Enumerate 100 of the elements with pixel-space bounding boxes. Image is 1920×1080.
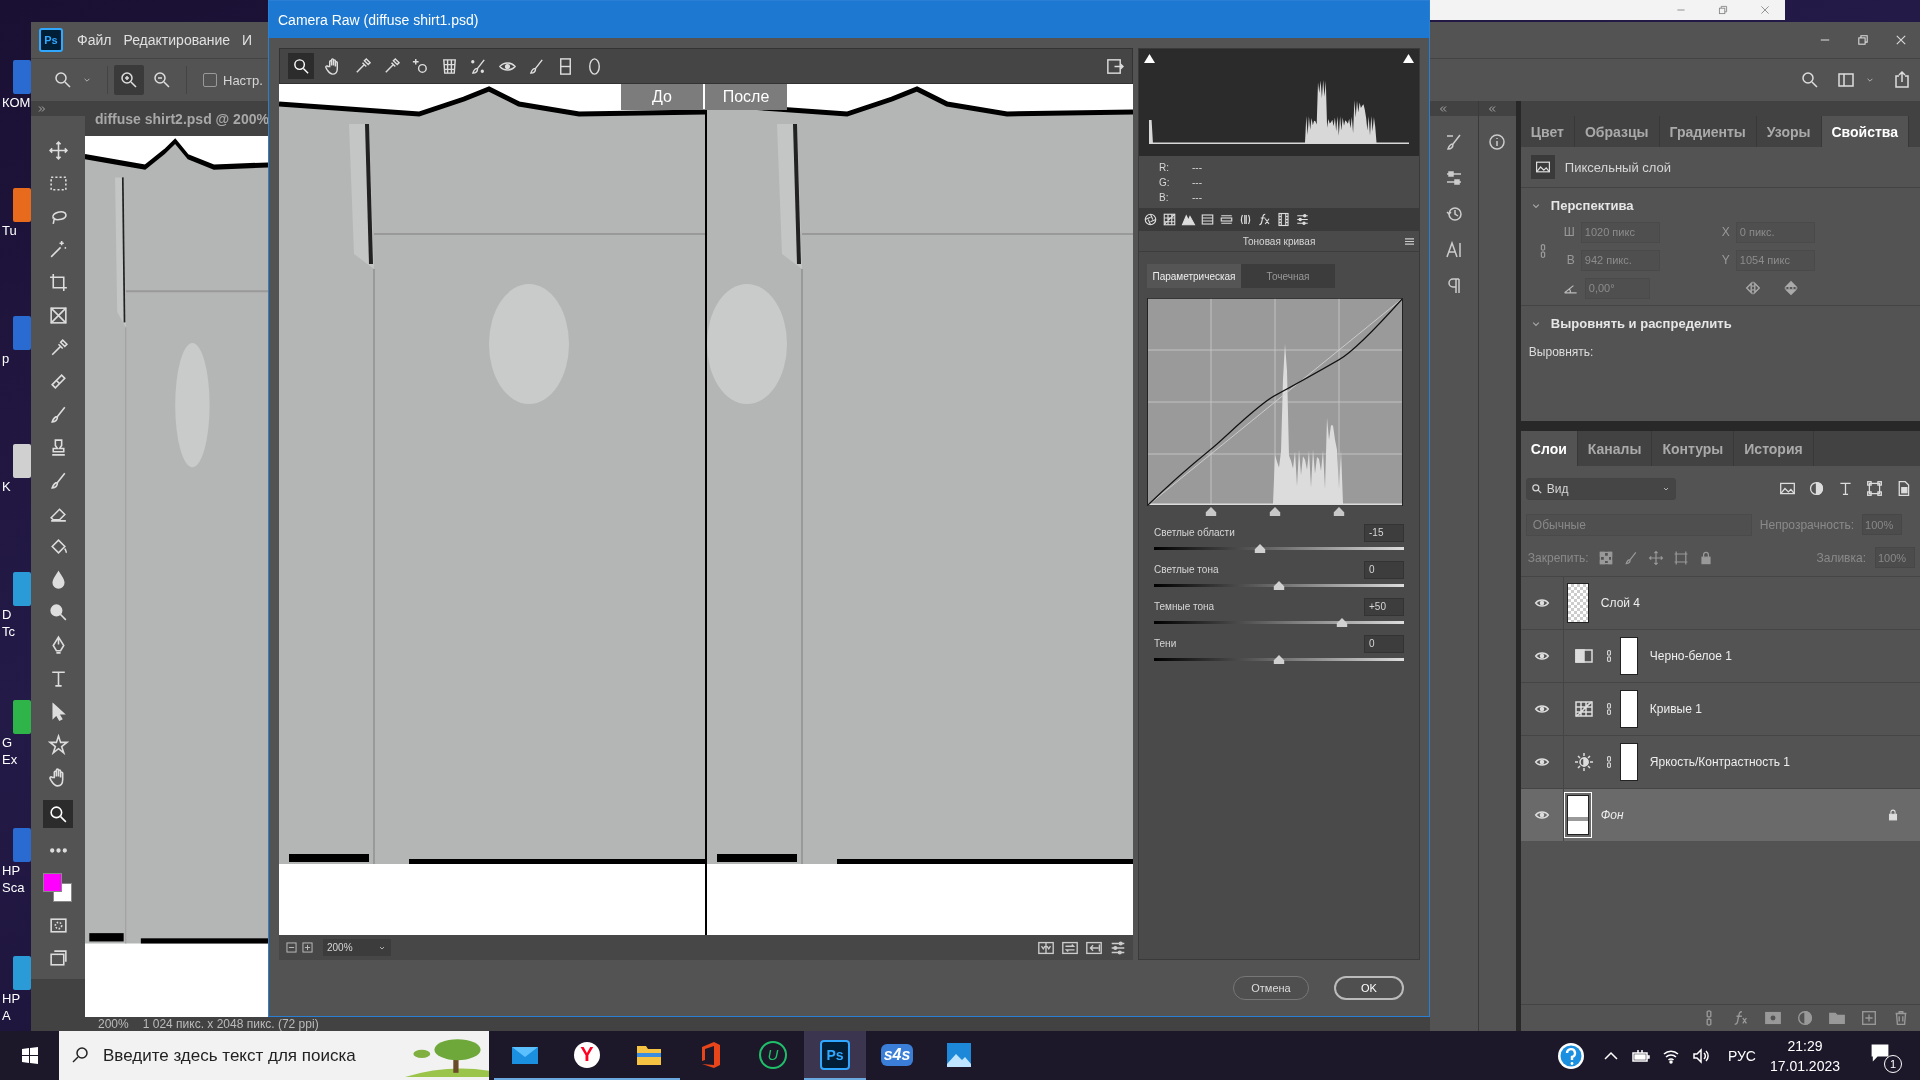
target-icon[interactable] bbox=[411, 56, 430, 76]
desktop-label: G bbox=[1, 734, 13, 751]
channel-value: --- bbox=[1192, 176, 1202, 188]
search-field[interactable]: Введите здесь текст для поиска bbox=[59, 1031, 489, 1080]
slider-label: Светлые тона bbox=[1154, 564, 1219, 575]
layer-row[interactable]: Слой 4 bbox=[1520, 576, 1920, 629]
aperture-icon[interactable] bbox=[1143, 212, 1158, 227]
slider-track[interactable] bbox=[1154, 584, 1404, 587]
curve-grid-icon[interactable] bbox=[1162, 212, 1177, 227]
slider-thumb[interactable] bbox=[1254, 544, 1266, 553]
menu-item[interactable]: Файл bbox=[77, 32, 112, 48]
zoom-out-icon[interactable] bbox=[152, 70, 172, 90]
crop-icon[interactable] bbox=[47, 272, 69, 293]
slider-thumb[interactable] bbox=[1336, 618, 1347, 627]
dialog-button[interactable]: Отмена bbox=[1233, 976, 1309, 1000]
new-layer-icon[interactable] bbox=[1860, 1009, 1878, 1027]
taskbar-app-button[interactable]: s4s bbox=[866, 1031, 928, 1080]
layer-row[interactable]: Фон bbox=[1520, 788, 1920, 841]
dialog-button[interactable]: OK bbox=[1334, 976, 1404, 1000]
plus-box-icon[interactable] bbox=[301, 941, 314, 954]
taskbar-app-button[interactable]: Y bbox=[556, 1031, 618, 1080]
panel-tab[interactable]: Слои bbox=[1520, 431, 1578, 466]
help-icon[interactable] bbox=[1555, 1040, 1586, 1071]
language-indicator[interactable]: РУС bbox=[1727, 1047, 1756, 1064]
color-swatches[interactable] bbox=[43, 873, 73, 903]
screen-mode-icon[interactable] bbox=[47, 948, 69, 969]
lollipop-icon[interactable] bbox=[47, 602, 69, 623]
menu-item[interactable]: И bbox=[242, 32, 253, 48]
value-field[interactable]: 0 bbox=[1364, 634, 1404, 653]
menu-icon[interactable] bbox=[1404, 236, 1415, 246]
fx-script-icon[interactable] bbox=[1732, 1009, 1750, 1027]
bars-icon[interactable] bbox=[1200, 212, 1215, 227]
layer-row[interactable]: Черно-белое 1 bbox=[1520, 629, 1920, 682]
share-icon[interactable] bbox=[1892, 70, 1912, 90]
frame-icon[interactable] bbox=[47, 305, 69, 326]
move-icon[interactable] bbox=[47, 140, 69, 161]
search-icon[interactable] bbox=[1800, 70, 1820, 90]
mask-icon[interactable] bbox=[1764, 1009, 1782, 1027]
minus-box-icon[interactable] bbox=[285, 941, 298, 954]
character-icon[interactable] bbox=[1443, 240, 1464, 260]
slider-thumb[interactable] bbox=[1273, 655, 1285, 664]
zoom-icon[interactable] bbox=[53, 70, 73, 90]
mask-thumbnail bbox=[1619, 743, 1638, 781]
clock-time[interactable]: 21:29 bbox=[1787, 1035, 1823, 1056]
filter-dropdown[interactable]: Вид bbox=[1525, 477, 1676, 500]
fx-icon[interactable] bbox=[1257, 212, 1272, 227]
restore-icon[interactable] bbox=[1856, 33, 1870, 47]
clipping-warning-icon[interactable] bbox=[1143, 53, 1156, 64]
slider-track[interactable] bbox=[1154, 621, 1404, 624]
mountains-icon[interactable] bbox=[1181, 212, 1196, 227]
grid-icon[interactable] bbox=[440, 56, 459, 76]
slider-track[interactable] bbox=[1154, 547, 1404, 550]
desktop-label: Tu bbox=[1, 222, 17, 239]
zoom-tool-button[interactable] bbox=[43, 800, 73, 828]
text-tool-icon[interactable] bbox=[1837, 480, 1854, 497]
windows-logo-icon[interactable] bbox=[20, 1045, 40, 1066]
value-field[interactable]: 0 bbox=[1364, 560, 1404, 579]
close-icon[interactable] bbox=[1759, 4, 1771, 16]
star-icon[interactable] bbox=[47, 734, 69, 755]
quick-mask-icon[interactable] bbox=[47, 915, 69, 936]
clipping-warning-icon[interactable] bbox=[1402, 53, 1415, 64]
lens-icon[interactable] bbox=[1238, 212, 1253, 227]
workspace-icon[interactable] bbox=[1836, 70, 1856, 90]
clock-date[interactable]: 17.01.2023 bbox=[1769, 1055, 1840, 1076]
half-circle-icon[interactable] bbox=[1796, 1009, 1814, 1027]
half-circle-icon[interactable] bbox=[1808, 480, 1825, 497]
panel-tab[interactable]: Свойства bbox=[1821, 116, 1910, 147]
marquee-icon[interactable] bbox=[47, 173, 69, 194]
field-label: X bbox=[1720, 225, 1730, 239]
curve-tab[interactable]: Точечная bbox=[1241, 264, 1335, 288]
curve-tab[interactable]: Параметрическая bbox=[1147, 264, 1241, 288]
slider-thumb[interactable] bbox=[1273, 581, 1285, 590]
taskbar-app-button[interactable]: U bbox=[742, 1031, 804, 1080]
layer-row[interactable]: Кривые 1 bbox=[1520, 682, 1920, 735]
zoom-in-button[interactable] bbox=[114, 65, 144, 95]
artboard-icon[interactable] bbox=[1672, 549, 1689, 566]
document-tab[interactable]: diffuse shirt2.psd @ 200% bbox=[85, 101, 268, 136]
restore-icon[interactable] bbox=[1717, 4, 1729, 16]
image-icon[interactable] bbox=[1779, 480, 1796, 497]
taskbar-app-button[interactable]: Ps bbox=[804, 1031, 866, 1080]
menu-item[interactable]: Редактирование bbox=[123, 32, 231, 48]
speaker-icon[interactable] bbox=[1690, 1045, 1711, 1066]
desktop-label: Tc bbox=[1, 623, 15, 640]
value-field[interactable]: +50 bbox=[1364, 597, 1404, 616]
checkbox[interactable] bbox=[203, 73, 217, 87]
film-icon[interactable] bbox=[1276, 212, 1291, 227]
export-icon[interactable] bbox=[1105, 56, 1124, 76]
move-arrows-icon[interactable] bbox=[1647, 549, 1664, 566]
info-icon[interactable] bbox=[1487, 132, 1508, 152]
history-icon[interactable] bbox=[1443, 204, 1464, 224]
zoom-tool-button[interactable] bbox=[288, 53, 314, 79]
sliders-icon[interactable] bbox=[1295, 212, 1310, 227]
value-field[interactable]: -15 bbox=[1364, 523, 1404, 542]
slider-track[interactable] bbox=[1154, 658, 1404, 661]
close-icon[interactable] bbox=[1894, 33, 1908, 47]
transform-icon[interactable] bbox=[1866, 480, 1883, 497]
split-bars-icon[interactable] bbox=[1219, 212, 1234, 227]
checker-icon[interactable] bbox=[1597, 549, 1614, 566]
zoom-dropdown[interactable]: 200% bbox=[323, 939, 391, 956]
tone-curve-drawing[interactable] bbox=[1147, 298, 1403, 506]
